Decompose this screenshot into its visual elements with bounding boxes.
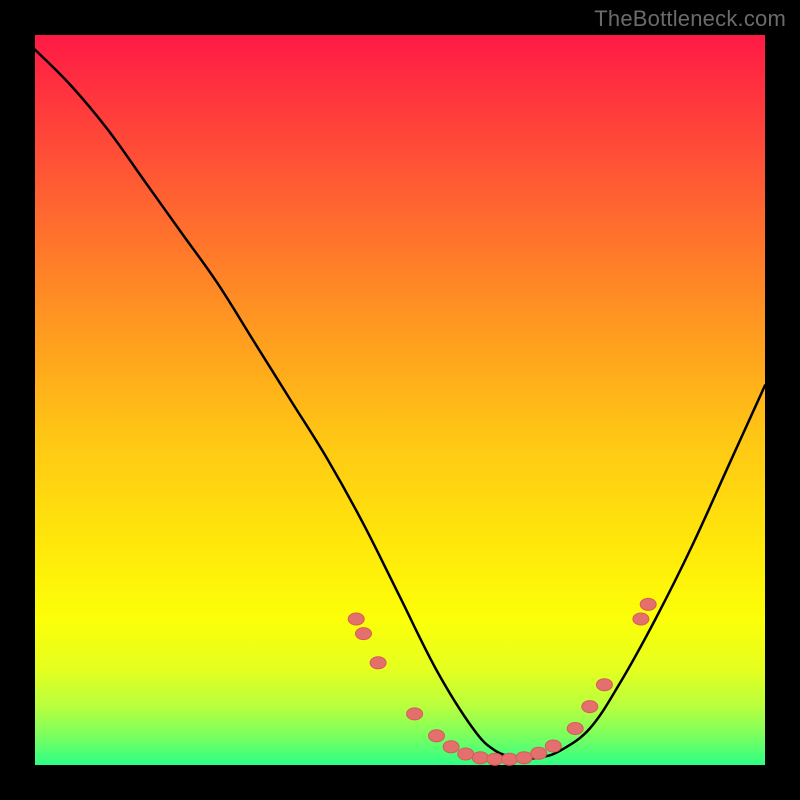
curve-dot xyxy=(502,753,518,765)
curve-dot xyxy=(356,628,372,640)
plot-area xyxy=(35,35,765,765)
curve-dot xyxy=(567,723,583,735)
curve-dot xyxy=(545,740,561,752)
curve-dot xyxy=(633,613,649,625)
curve-dot xyxy=(516,752,532,764)
curve-dot xyxy=(487,753,503,765)
curve-dot xyxy=(531,747,547,759)
curve-dot xyxy=(640,598,656,610)
curve-dot xyxy=(582,701,598,713)
bottleneck-curve xyxy=(35,50,765,759)
curve-dot xyxy=(429,730,445,742)
curve-dot xyxy=(443,741,459,753)
chart-frame: TheBottleneck.com xyxy=(0,0,800,800)
watermark-text: TheBottleneck.com xyxy=(594,6,786,32)
curve-dot xyxy=(458,748,474,760)
curve-dot xyxy=(472,752,488,764)
curve-dot xyxy=(348,613,364,625)
curve-dots xyxy=(348,598,656,765)
curve-dot xyxy=(370,657,386,669)
curve-dot xyxy=(407,708,423,720)
curve-svg xyxy=(35,35,765,765)
curve-dot xyxy=(596,679,612,691)
